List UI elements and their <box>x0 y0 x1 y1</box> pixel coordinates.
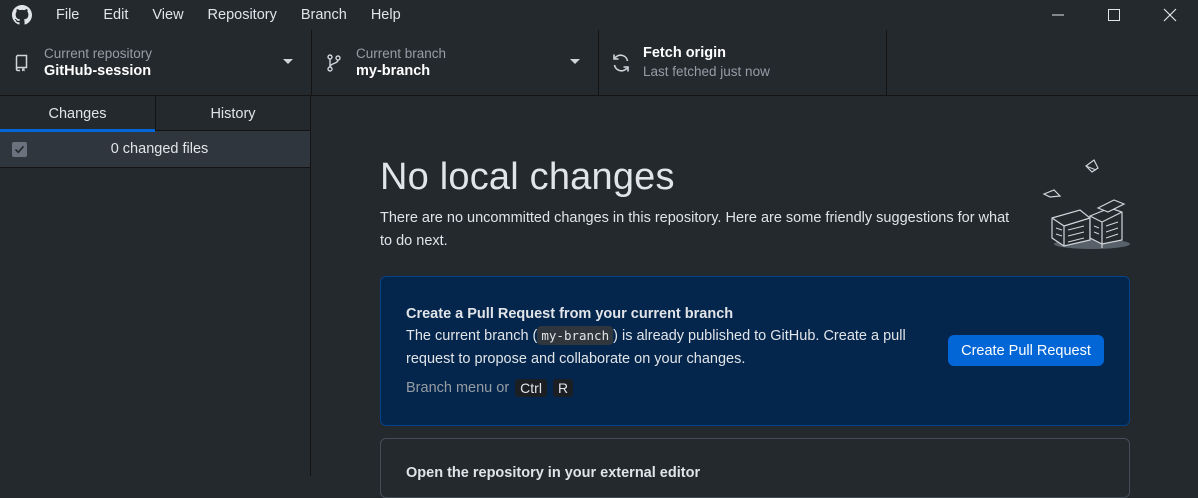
maximize-icon <box>1108 9 1120 21</box>
chevron-down-icon <box>283 59 293 64</box>
toolbar: Current repository GitHub-session Curren… <box>0 30 1198 96</box>
menu-bar: File Edit View Repository Branch Help <box>44 0 413 30</box>
current-repository-button[interactable]: Current repository GitHub-session <box>0 30 312 95</box>
current-branch-value: my-branch <box>356 62 431 79</box>
window-controls <box>1030 0 1198 30</box>
maximize-button[interactable] <box>1086 0 1142 30</box>
current-branch-button[interactable]: Current branch my-branch <box>312 30 599 95</box>
sync-icon <box>599 53 643 73</box>
empty-state-illustration <box>1042 159 1130 249</box>
branch-name-code: my-branch <box>537 326 614 345</box>
kbd-ctrl: Ctrl <box>515 379 547 397</box>
menu-help[interactable]: Help <box>359 0 413 30</box>
menu-edit[interactable]: Edit <box>91 0 140 30</box>
fetch-origin-title: Fetch origin <box>643 45 726 61</box>
current-repository-label: Current repository <box>44 45 153 61</box>
create-pull-request-card: Create a Pull Request from your current … <box>380 276 1130 426</box>
pr-keyboard-hint: Branch menu or Ctrl R <box>406 379 574 397</box>
hint-prefix: Branch menu or <box>406 380 510 396</box>
tab-history[interactable]: History <box>155 96 310 131</box>
sidebar: Changes History 0 changed files <box>0 96 311 476</box>
pr-desc-before: The current branch ( <box>406 328 538 344</box>
changed-files-count: 0 changed files <box>110 141 209 157</box>
page-title: No local changes <box>380 156 675 198</box>
close-button[interactable] <box>1142 0 1198 30</box>
open-external-editor-card: Open the repository in your external edi… <box>380 438 1130 498</box>
sidebar-tabs: Changes History <box>0 96 310 132</box>
menu-repository[interactable]: Repository <box>196 0 289 30</box>
minimize-icon <box>1052 14 1064 16</box>
git-branch-icon <box>312 53 356 72</box>
pr-card-description: The current branch (my-branch) is alread… <box>406 324 931 371</box>
intro-text: There are no uncommitted changes in this… <box>380 210 1010 249</box>
create-pull-request-button[interactable]: Create Pull Request <box>948 335 1104 366</box>
fetch-origin-button[interactable]: Fetch origin Last fetched just now <box>599 30 887 95</box>
repository-icon <box>0 54 44 72</box>
checkmark-icon <box>14 145 25 153</box>
kbd-r: R <box>552 379 574 397</box>
last-fetched-status: Last fetched just now <box>643 64 770 79</box>
menu-file[interactable]: File <box>44 0 91 30</box>
title-bar: File Edit View Repository Branch Help <box>0 0 1198 30</box>
chevron-down-icon <box>570 59 580 64</box>
tab-changes[interactable]: Changes <box>0 96 155 132</box>
select-all-checkbox[interactable] <box>12 141 27 157</box>
pr-card-title: Create a Pull Request from your current … <box>406 306 734 322</box>
close-icon <box>1163 8 1177 22</box>
editor-card-title: Open the repository in your external edi… <box>406 465 701 481</box>
main-content: No local changes There are no uncommitte… <box>312 96 1198 498</box>
minimize-button[interactable] <box>1030 0 1086 30</box>
changed-files-header: 0 changed files <box>0 131 310 168</box>
menu-view[interactable]: View <box>140 0 195 30</box>
current-repository-value: GitHub-session <box>44 62 152 79</box>
current-branch-label: Current branch <box>356 45 447 61</box>
menu-branch[interactable]: Branch <box>289 0 359 30</box>
github-logo-icon <box>0 0 44 30</box>
